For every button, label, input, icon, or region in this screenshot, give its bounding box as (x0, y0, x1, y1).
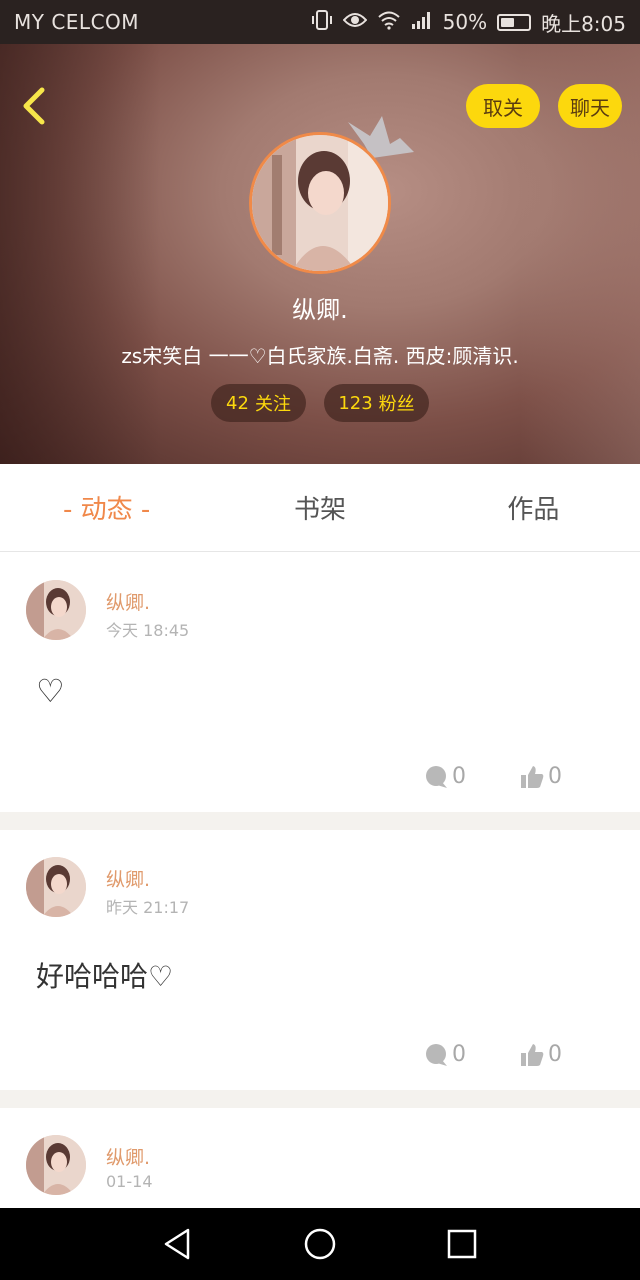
battery-level (501, 17, 515, 27)
nav-back-button[interactable] (160, 1226, 196, 1262)
back-button[interactable] (14, 84, 54, 128)
avatar-image (26, 1135, 86, 1195)
tab-works[interactable]: 作品 (427, 464, 640, 551)
chevron-left-icon (23, 87, 45, 125)
thumbs-up-icon (521, 1043, 544, 1066)
comment-button[interactable]: 0 (424, 1042, 466, 1067)
carrier-name: MY CELCOM (14, 10, 140, 34)
post-time: 今天 18:45 (106, 621, 190, 640)
following-count-badge[interactable]: 42 关注 (211, 384, 306, 422)
avatar-image (26, 857, 86, 917)
circle-home-icon (304, 1228, 336, 1260)
following-label: 关注 (254, 394, 291, 415)
system-nav-bar (0, 1208, 640, 1280)
post-avatar[interactable] (26, 580, 86, 640)
like-count: 0 (548, 764, 562, 789)
profile-tabs: - 动态 - 书架 作品 (0, 464, 640, 552)
post-author[interactable]: 纵卿. (106, 865, 150, 892)
fans-label: 粉丝 (378, 394, 415, 415)
tab-bookshelf[interactable]: 书架 (213, 464, 426, 551)
wifi-icon (377, 10, 401, 35)
post-avatar[interactable] (26, 857, 86, 917)
unfollow-button[interactable]: 取关 (466, 84, 540, 128)
like-button[interactable]: 0 (520, 1042, 562, 1067)
comment-icon (426, 765, 447, 788)
post-time: 昨天 21:17 (106, 898, 190, 917)
post-author[interactable]: 纵卿. (106, 1143, 150, 1170)
post-author[interactable]: 纵卿. (106, 588, 150, 615)
square-recents-icon (447, 1229, 477, 1259)
triangle-back-icon (164, 1228, 190, 1260)
post-card[interactable]: 纵卿. 今天 18:45 ♡ 0 0 (0, 552, 640, 812)
profile-header: 取关 聊天 纵卿. zs宋笑白 一一♡白氏家族.白斋. 西皮:顾清识. 42 关… (0, 44, 640, 464)
post-card[interactable]: 纵卿. 昨天 21:17 好哈哈哈♡ 0 0 (0, 830, 640, 1090)
tab-moments[interactable]: - 动态 - (0, 464, 213, 551)
nav-home-button[interactable] (302, 1226, 338, 1262)
eye-icon (342, 11, 367, 34)
post-avatar[interactable] (26, 1135, 86, 1195)
battery-percent: 50% (442, 10, 488, 34)
post-time: 01-14 (106, 1172, 153, 1191)
comment-count: 0 (452, 764, 466, 789)
like-count: 0 (548, 1042, 562, 1067)
clock: 晚上8:05 (541, 11, 626, 36)
fans-count: 123 (338, 392, 373, 414)
chat-button[interactable]: 聊天 (558, 84, 622, 128)
comment-button[interactable]: 0 (424, 764, 466, 789)
comment-count: 0 (452, 1042, 466, 1067)
battery-icon (497, 13, 532, 31)
fans-count-badge[interactable]: 123 粉丝 (324, 384, 429, 422)
profile-avatar[interactable] (249, 132, 391, 274)
post-card[interactable]: 纵卿. 01-14 (0, 1108, 640, 1208)
avatar-image (26, 580, 86, 640)
post-content: ♡ (36, 672, 65, 710)
profile-signature: zs宋笑白 一一♡白氏家族.白斋. 西皮:顾清识. (121, 344, 519, 368)
nav-recents-button[interactable] (444, 1226, 480, 1262)
vibrate-icon (311, 9, 333, 35)
avatar-image (252, 135, 388, 271)
status-bar: MY CELCOM 50% 晚上8:05 (0, 0, 640, 44)
profile-nickname: 纵卿. (292, 296, 348, 324)
signal-icon (411, 11, 433, 34)
like-button[interactable]: 0 (520, 764, 562, 789)
comment-icon (426, 1043, 447, 1066)
following-count: 42 (226, 392, 249, 414)
post-content: 好哈哈哈♡ (36, 960, 174, 993)
thumbs-up-icon (521, 765, 544, 788)
